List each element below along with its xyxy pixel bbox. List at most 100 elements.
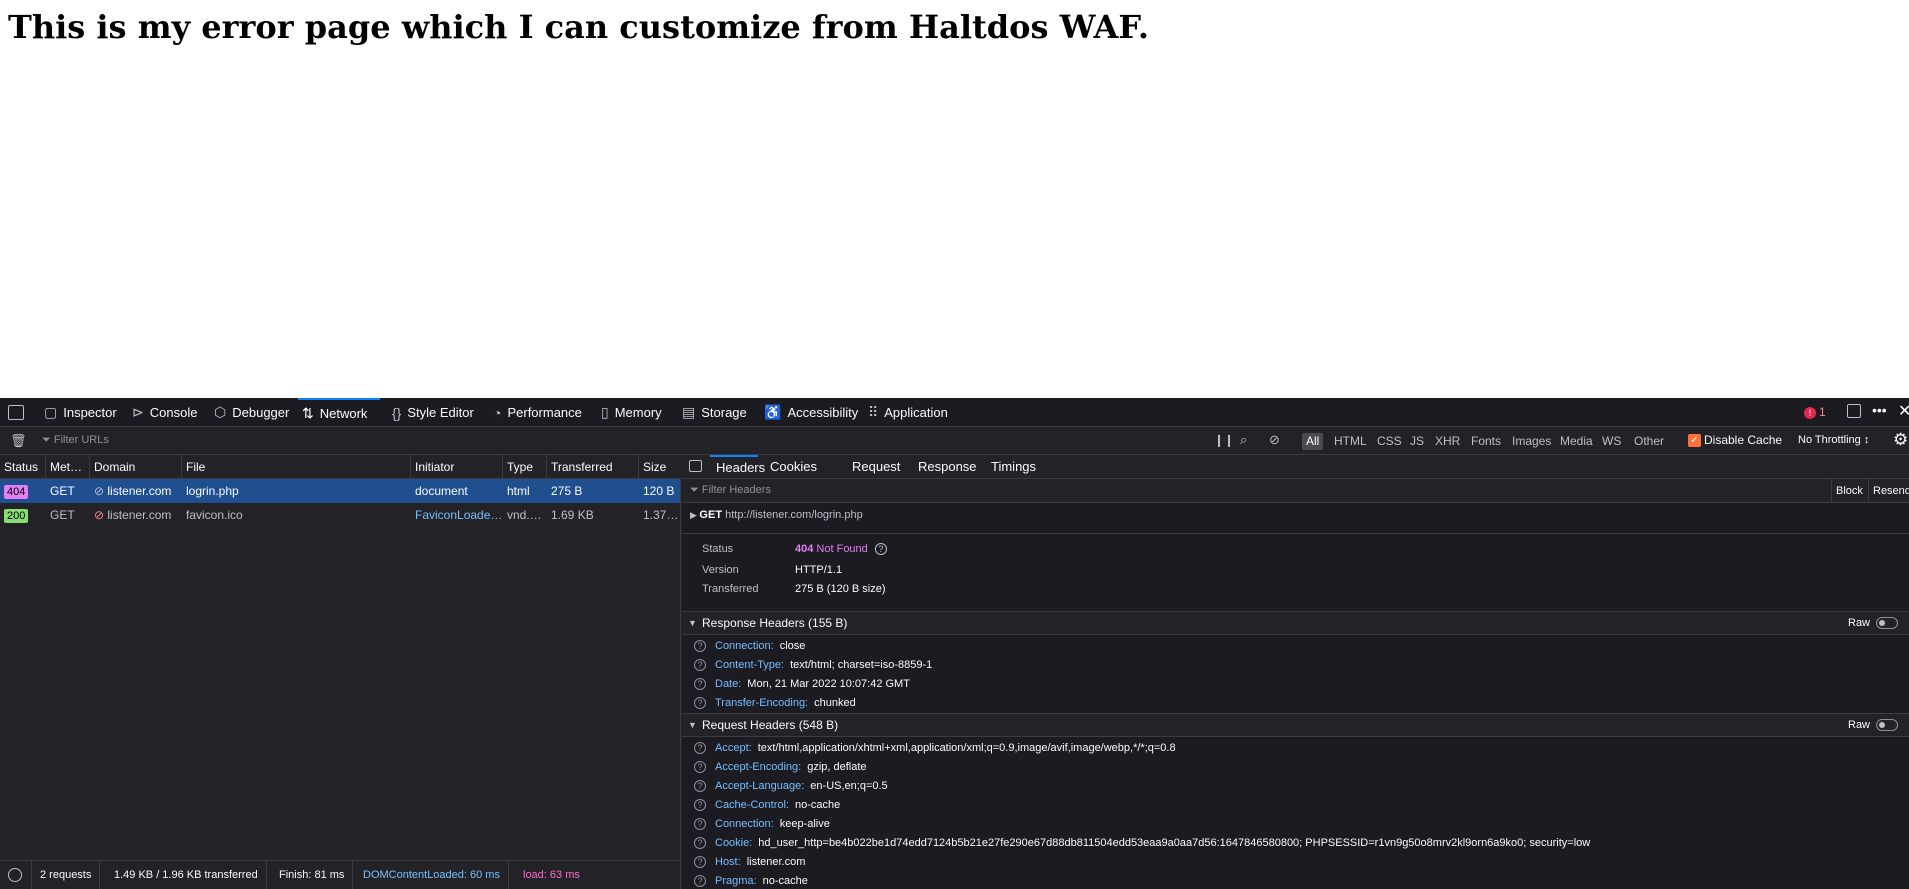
- pause-icon[interactable]: ❙❙: [1214, 433, 1234, 447]
- help-icon[interactable]: ?: [694, 818, 706, 831]
- help-icon[interactable]: ?: [694, 856, 706, 869]
- tab-application[interactable]: ⠿ Application: [864, 398, 952, 427]
- search-icon[interactable]: ⌕: [1240, 432, 1247, 448]
- help-icon[interactable]: ?: [694, 875, 706, 888]
- column-header-file[interactable]: File: [182, 455, 411, 479]
- column-header-type[interactable]: Type: [503, 455, 547, 479]
- column-header-transferred[interactable]: Transferred: [547, 455, 639, 479]
- error-count-badge[interactable]: ! 1: [1804, 405, 1826, 419]
- settings-gear-icon[interactable]: ⚙: [1893, 430, 1908, 450]
- header-row: ? Date: Mon, 21 Mar 2022 10:07:42 GMT: [694, 675, 910, 694]
- clear-requests-icon[interactable]: 🗑: [10, 433, 27, 449]
- help-icon[interactable]: ?: [694, 837, 706, 850]
- details-tabbar: Headers Cookies Request Response Timings: [682, 455, 1909, 479]
- tab-response[interactable]: Response: [912, 455, 983, 479]
- network-filter-bar: 🗑 ⏷ Filter URLs ❙❙ ⌕ ⊘ All HTML CSS JS X…: [0, 427, 1909, 455]
- header-row: ? Cookie: hd_user_http=be4b022be1d74edd712…: [694, 834, 1590, 853]
- column-header-size[interactable]: Size: [639, 455, 680, 479]
- help-icon[interactable]: ?: [694, 659, 706, 672]
- expand-arrow-icon: ▶: [690, 510, 700, 520]
- tab-cookies[interactable]: Cookies: [764, 455, 823, 479]
- filter-type-ws[interactable]: WS: [1598, 433, 1625, 450]
- close-devtools-icon[interactable]: ✕: [1898, 401, 1909, 421]
- column-header-method[interactable]: Met…: [46, 455, 90, 479]
- filter-icon: ⏷: [42, 434, 54, 446]
- raw-switch: [1876, 617, 1899, 630]
- filter-type-all[interactable]: All: [1302, 433, 1324, 450]
- filter-icon: ⏷: [690, 484, 702, 496]
- tab-inspector[interactable]: ▢ Inspector: [40, 398, 121, 427]
- help-icon[interactable]: ?: [694, 761, 706, 774]
- finish-time: Finish: 81 ms: [271, 861, 354, 889]
- tab-storage[interactable]: ▤ Storage: [678, 398, 751, 427]
- console-icon: ⊳: [132, 404, 144, 420]
- toggle-sidebar-icon[interactable]: [689, 460, 702, 472]
- tab-timings[interactable]: Timings: [985, 455, 1042, 479]
- filter-type-css[interactable]: CSS: [1373, 433, 1406, 450]
- disable-cache-checkbox[interactable]: ✓ Disable Cache: [1688, 433, 1782, 448]
- summary-value-status: 404 Not Found ?: [795, 543, 887, 555]
- filter-type-images[interactable]: Images: [1508, 433, 1555, 450]
- column-header-status[interactable]: Status: [0, 455, 46, 479]
- tab-request[interactable]: Request: [846, 455, 906, 479]
- initiator-cell: document: [415, 484, 468, 498]
- header-row: ? Transfer-Encoding: chunked: [694, 694, 856, 713]
- network-icon: ⇅: [302, 405, 314, 421]
- response-headers-section[interactable]: ▼ Response Headers (155 B) Raw: [682, 611, 1909, 635]
- help-icon[interactable]: ?: [694, 780, 706, 793]
- type-cell: html: [507, 484, 530, 498]
- performance-analysis-icon[interactable]: [0, 861, 32, 889]
- table-row[interactable]: 200 GET ⊘ listener.com favicon.ico Favic…: [0, 503, 680, 527]
- insecure-lock-icon: ⊘: [94, 508, 108, 522]
- tab-network[interactable]: ⇅ Network: [298, 398, 380, 427]
- tab-debugger[interactable]: ⬡ Debugger: [210, 398, 293, 427]
- tab-console[interactable]: ⊳ Console: [128, 398, 201, 427]
- summary-value-version: HTTP/1.1: [795, 564, 843, 576]
- raw-switch: [1876, 719, 1899, 732]
- filter-type-other[interactable]: Other: [1630, 433, 1668, 450]
- request-list-header: Status Met… Domain File Initiator Type T…: [0, 455, 681, 479]
- column-header-initiator[interactable]: Initiator: [411, 455, 503, 479]
- page-heading: This is my error page which I can custom…: [8, 8, 1149, 46]
- block-requests-icon[interactable]: ⊘: [1269, 432, 1280, 448]
- help-icon[interactable]: ?: [694, 678, 706, 691]
- header-row: ? Accept-Language: en-US,en;q=0.5: [694, 777, 888, 796]
- filter-headers-input[interactable]: ⏷ Filter Headers Block Resend: [682, 479, 1909, 503]
- header-row: ? Connection: close: [694, 637, 805, 656]
- tab-accessibility[interactable]: ♿ Accessibility: [760, 398, 862, 427]
- summary-label-version: Version: [702, 564, 739, 576]
- throttling-select[interactable]: No Throttling ↕: [1798, 434, 1869, 446]
- initiator-link[interactable]: FaviconLoade…: [411, 503, 503, 527]
- file-cell: logrin.php: [186, 484, 239, 498]
- request-headers-section[interactable]: ▼ Request Headers (548 B) Raw: [682, 713, 1909, 737]
- resend-button[interactable]: Resend: [1868, 479, 1909, 503]
- table-row[interactable]: 404 GET ⊘ listener.com logrin.php docume…: [0, 479, 680, 503]
- filter-type-js[interactable]: JS: [1406, 433, 1428, 450]
- memory-icon: ▯: [601, 404, 609, 420]
- help-icon[interactable]: ?: [694, 742, 706, 755]
- filter-urls-input[interactable]: ⏷ Filter URLs: [42, 434, 109, 447]
- more-options-icon[interactable]: •••: [1872, 402, 1887, 418]
- dock-toggle-icon[interactable]: [1847, 404, 1861, 418]
- help-icon[interactable]: ?: [694, 799, 706, 812]
- filter-type-xhr[interactable]: XHR: [1431, 433, 1464, 450]
- element-picker-icon[interactable]: [8, 405, 24, 420]
- tab-performance[interactable]: ◔ Performance: [489, 398, 586, 427]
- raw-toggle[interactable]: Raw: [1848, 714, 1899, 736]
- size-cell: 1.37…: [643, 508, 679, 522]
- tab-style-editor[interactable]: {} Style Editor: [388, 398, 478, 427]
- block-button[interactable]: Block: [1831, 479, 1867, 503]
- request-url-line[interactable]: ▶ GET http://listener.com/logrin.php: [690, 509, 863, 521]
- tab-headers[interactable]: Headers: [710, 455, 765, 479]
- help-icon[interactable]: ?: [874, 543, 887, 555]
- column-header-domain[interactable]: Domain: [90, 455, 182, 479]
- filter-type-fonts[interactable]: Fonts: [1467, 433, 1505, 450]
- filter-type-media[interactable]: Media: [1556, 433, 1597, 450]
- filter-type-html[interactable]: HTML: [1330, 433, 1371, 450]
- request-details-panel: Headers Cookies Request Response Timings…: [682, 455, 1909, 889]
- response-headers-title: Response Headers (155 B): [702, 616, 848, 630]
- help-icon[interactable]: ?: [694, 697, 706, 710]
- tab-memory[interactable]: ▯ Memory: [597, 398, 666, 427]
- help-icon[interactable]: ?: [694, 640, 706, 653]
- raw-toggle[interactable]: Raw: [1848, 612, 1899, 634]
